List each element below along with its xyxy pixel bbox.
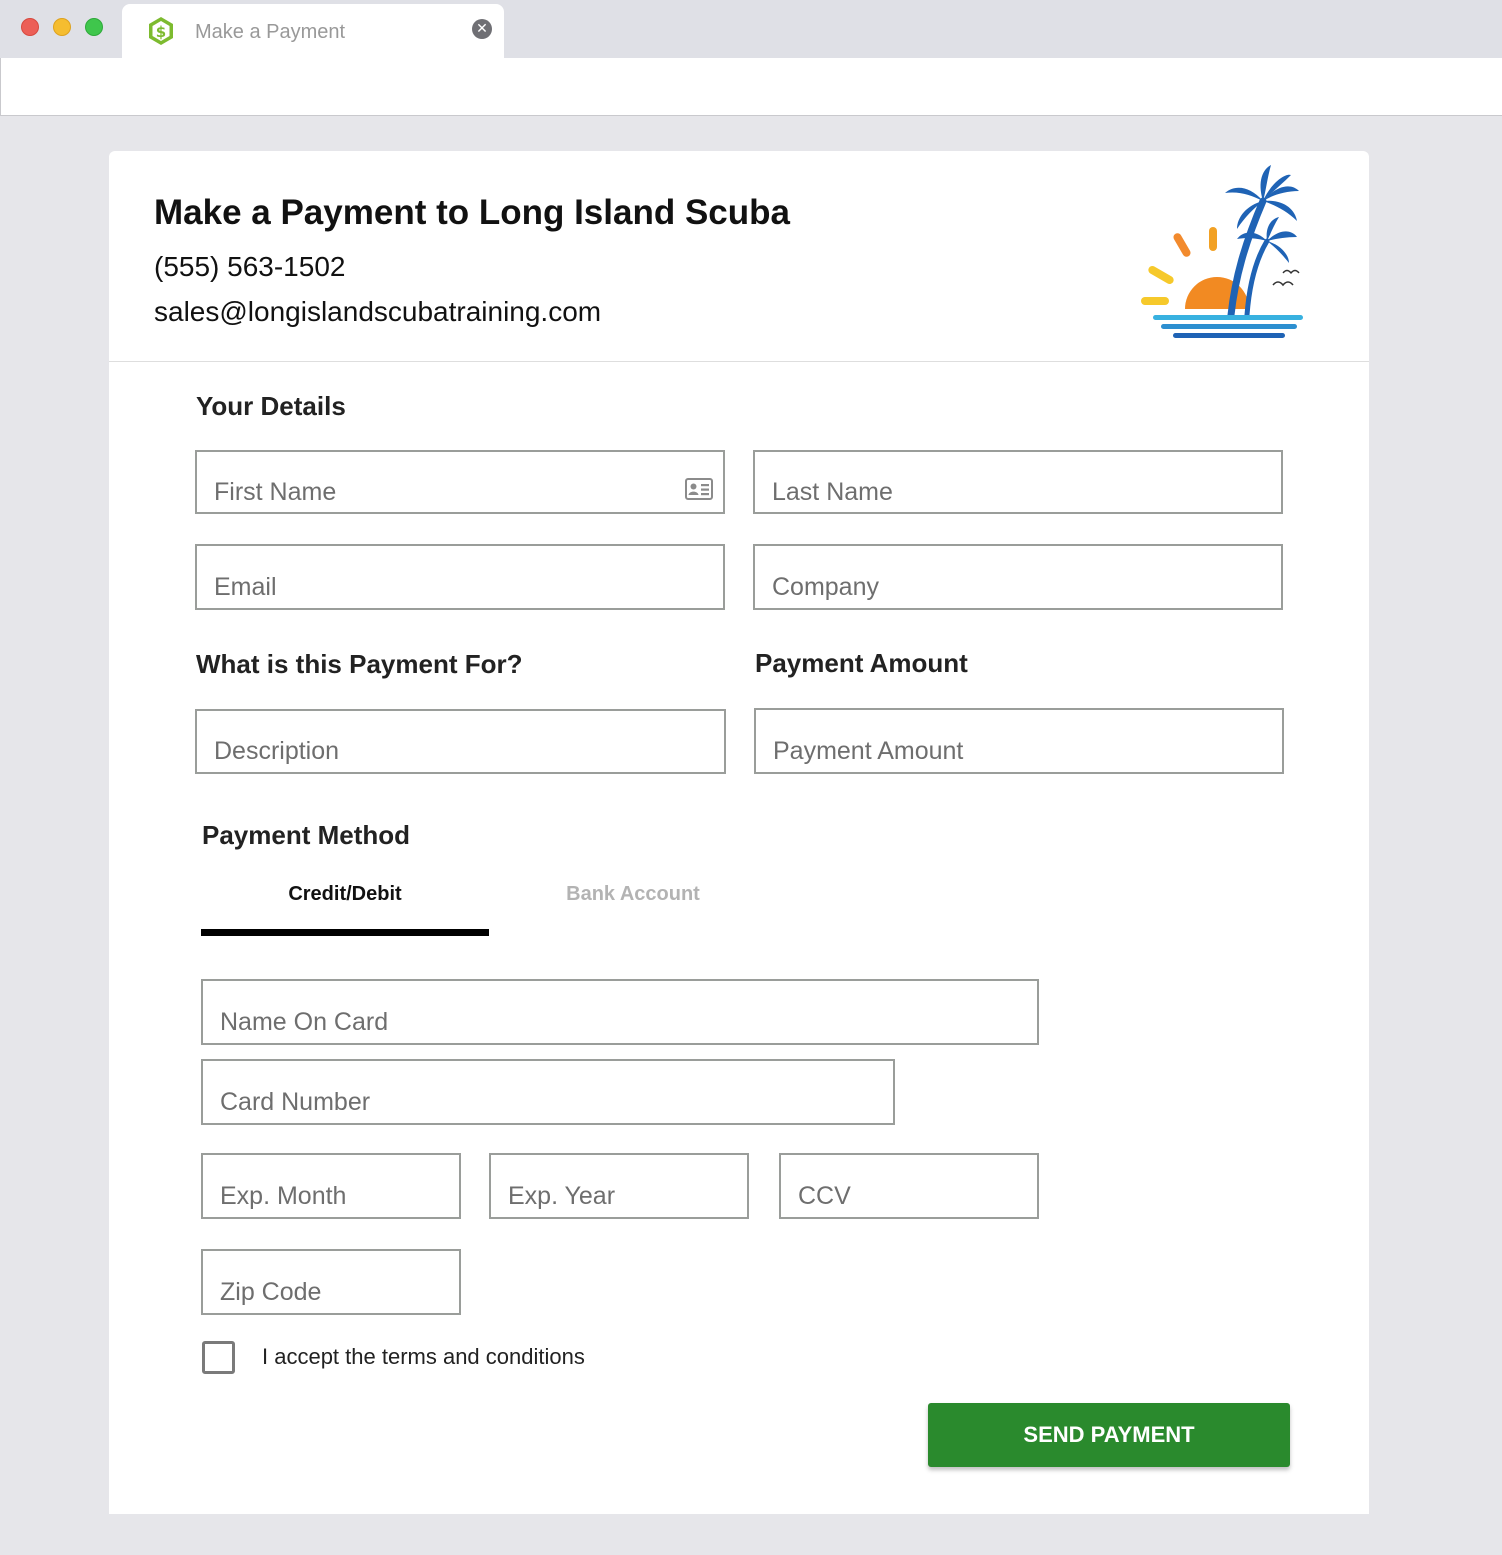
ccv-field[interactable] [779,1153,1039,1219]
tab-bank-account[interactable]: Bank Account [489,883,777,906]
description-field[interactable] [195,709,726,774]
terms-checkbox[interactable] [202,1341,235,1374]
last-name-input[interactable] [755,452,1281,512]
tab-credit-debit[interactable]: Credit/Debit [201,883,489,906]
company-input[interactable] [755,546,1281,608]
payment-card: Make a Payment to Long Island Scuba (555… [109,151,1369,1514]
your-details-heading: Your Details [196,391,346,421]
terms-label[interactable]: I accept the terms and conditions [262,1344,585,1370]
payment-amount-field[interactable] [754,708,1284,774]
company-field[interactable] [753,544,1283,610]
exp-year-field[interactable] [489,1153,749,1219]
dollar-hexagon-icon: $ [149,17,173,45]
business-email: sales@longislandscubatraining.com [154,296,602,327]
window-minimize-button[interactable] [53,18,71,36]
ccv-input[interactable] [781,1155,1037,1217]
first-name-input[interactable] [197,452,723,512]
palm-tree-sunset-logo [1141,165,1303,338]
email-field[interactable] [195,544,725,610]
name-on-card-input[interactable] [203,981,1037,1043]
contact-card-icon[interactable] [685,478,713,500]
business-phone: (555) 563-1502 [154,251,346,282]
zip-code-field[interactable] [201,1249,461,1315]
browser-tab[interactable]: $ Make a Payment ✕ [122,4,504,59]
payment-method-heading: Payment Method [202,820,411,850]
email-input[interactable] [197,546,723,608]
browser-tab-title: Make a Payment [195,21,346,43]
send-payment-button[interactable]: SEND PAYMENT [928,1403,1290,1467]
svg-text:$: $ [156,23,166,41]
exp-year-input[interactable] [491,1155,747,1217]
name-on-card-field[interactable] [201,979,1039,1045]
window-maximize-button[interactable] [85,18,103,36]
card-number-input[interactable] [203,1061,893,1123]
card-number-field[interactable] [201,1059,895,1125]
window-close-button[interactable] [21,18,39,36]
page-title: Make a Payment to Long Island Scuba [154,193,790,232]
close-icon[interactable]: ✕ [472,19,492,39]
address-bar[interactable] [0,58,1502,116]
browser-tab-bar: $ Make a Payment ✕ [0,0,1502,59]
description-input[interactable] [197,711,724,772]
payment-amount-input[interactable] [756,710,1282,772]
active-tab-indicator [201,929,489,936]
last-name-field[interactable] [753,450,1283,514]
zip-code-input[interactable] [203,1251,459,1313]
payment-amount-heading: Payment Amount [755,648,968,678]
payment-for-heading: What is this Payment For? [196,649,523,679]
exp-month-input[interactable] [203,1155,459,1217]
payment-header: Make a Payment to Long Island Scuba (555… [109,151,1369,362]
first-name-field[interactable] [195,450,725,514]
exp-month-field[interactable] [201,1153,461,1219]
